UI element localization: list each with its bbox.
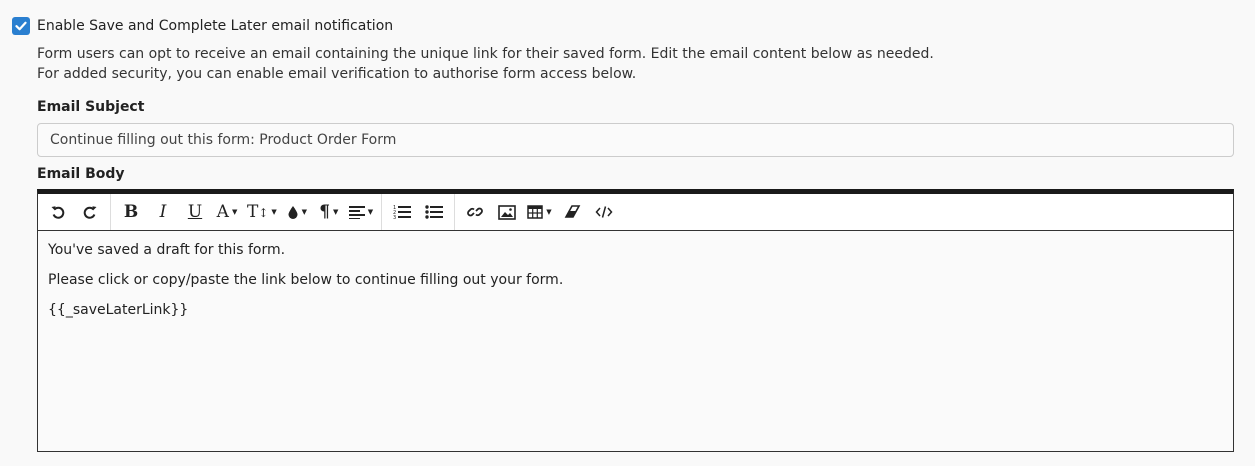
email-subject-label: Email Subject [37, 99, 145, 115]
align-icon [348, 206, 365, 219]
chevron-down-icon: ▼ [301, 208, 307, 216]
undo-icon [51, 206, 65, 219]
notification-help-text: Form users can opt to receive an email c… [37, 44, 934, 84]
chevron-down-icon: ▼ [333, 208, 339, 216]
format-group: B I U A ▼ T↕ ▼ ▼ ¶ ▼ ▼ [111, 194, 383, 230]
color-dropdown[interactable]: ▼ [281, 197, 313, 227]
code-view-button[interactable] [588, 197, 620, 227]
link-button[interactable] [459, 197, 491, 227]
font-size-icon: T↕ [247, 202, 269, 222]
chevron-down-icon: ▼ [271, 208, 277, 216]
image-icon [498, 204, 516, 220]
ordered-list-icon: 1 2 3 [393, 205, 412, 220]
font-family-icon: A [216, 202, 229, 222]
svg-text:3: 3 [393, 215, 396, 220]
image-button[interactable] [491, 197, 523, 227]
paragraph-style-dropdown[interactable]: ¶ ▼ [313, 197, 345, 227]
italic-button[interactable]: I [147, 197, 179, 227]
check-icon [15, 21, 27, 31]
editor-toolbar: B I U A ▼ T↕ ▼ ▼ ¶ ▼ ▼ 1 2 3 ▼ [38, 194, 1233, 231]
email-body-editor: B I U A ▼ T↕ ▼ ▼ ¶ ▼ ▼ 1 2 3 ▼ You've sa… [37, 189, 1234, 452]
font-size-dropdown[interactable]: T↕ ▼ [243, 197, 281, 227]
chevron-down-icon: ▼ [231, 208, 238, 216]
unordered-list-icon [425, 205, 444, 219]
insert-group: ▼ [455, 194, 623, 230]
bold-button[interactable]: B [115, 197, 147, 227]
enable-notification-label[interactable]: Enable Save and Complete Later email not… [37, 18, 393, 34]
history-group [38, 194, 111, 230]
color-icon [288, 206, 298, 219]
paragraph-style-icon: ¶ [319, 202, 331, 222]
chevron-down-icon: ▼ [546, 208, 552, 216]
save-later-notification-row: Enable Save and Complete Later email not… [12, 17, 393, 35]
body-paragraph: You've saved a draft for this form. [48, 242, 286, 258]
link-icon [467, 207, 484, 217]
email-body-label: Email Body [37, 166, 125, 182]
email-subject-input[interactable] [37, 123, 1234, 157]
clear-format-button[interactable] [556, 197, 588, 227]
redo-button[interactable] [74, 197, 106, 227]
body-paragraph: Please click or copy/paste the link belo… [48, 272, 564, 288]
redo-icon [83, 206, 97, 219]
eraser-icon [564, 205, 580, 218]
unordered-list-button[interactable] [418, 197, 450, 227]
list-group: 1 2 3 [382, 194, 456, 230]
underline-button[interactable]: U [179, 197, 211, 227]
bold-icon: B [123, 202, 139, 222]
italic-icon: I [159, 202, 167, 222]
email-body-content[interactable]: You've saved a draft for this form. Plea… [38, 231, 1233, 341]
help-text-line: For added security, you can enable email… [37, 66, 637, 82]
table-dropdown[interactable]: ▼ [523, 197, 555, 227]
font-family-dropdown[interactable]: A ▼ [211, 197, 243, 227]
help-text-line: Form users can opt to receive an email c… [37, 46, 934, 62]
body-paragraph: {{_saveLaterLink}} [48, 302, 189, 318]
enable-notification-checkbox[interactable] [12, 17, 30, 35]
undo-button[interactable] [42, 197, 74, 227]
align-dropdown[interactable]: ▼ [345, 197, 377, 227]
table-icon [527, 205, 543, 219]
underline-icon: U [187, 202, 203, 222]
ordered-list-button[interactable]: 1 2 3 [386, 197, 418, 227]
chevron-down-icon: ▼ [367, 208, 374, 216]
code-view-icon [595, 206, 613, 218]
